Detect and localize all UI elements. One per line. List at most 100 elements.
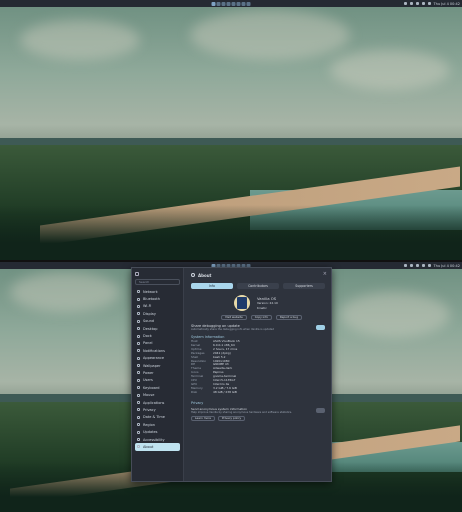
volume-icon[interactable] xyxy=(409,264,413,267)
sidebar-item-mouse[interactable]: Mouse xyxy=(135,391,180,398)
settings-sidebar: Search Network Bluetooth Wi-Fi Display Sound… xyxy=(132,268,184,481)
sidebar-item-desktop[interactable]: Desktop xyxy=(135,325,180,332)
sidebar-item-label: Privacy xyxy=(143,407,156,412)
clock-icon xyxy=(137,415,140,419)
sidebar-item-sound[interactable]: Sound xyxy=(135,318,180,325)
network-icon[interactable] xyxy=(403,264,407,267)
clock[interactable]: Thu Jul 4 00:42 xyxy=(434,2,460,6)
sidebar-item-label: Network xyxy=(143,289,158,294)
dock-icon xyxy=(137,334,140,338)
learn-more-button[interactable]: Learn more xyxy=(191,415,215,421)
sidebar-item-bluetooth[interactable]: Bluetooth xyxy=(135,295,180,302)
top-panel: Thu Jul 4 00:42 xyxy=(0,0,462,7)
sidebar-item-label: Mouse xyxy=(143,393,155,398)
tab-supporters[interactable]: Supporters xyxy=(283,283,325,289)
workspace-indicator[interactable] xyxy=(236,1,241,6)
sidebar-item-privacy[interactable]: Privacy xyxy=(135,406,180,413)
distro-logo xyxy=(234,295,250,311)
panel-icon xyxy=(137,341,140,345)
workspace-switcher[interactable] xyxy=(211,1,251,6)
globe-icon xyxy=(137,423,140,427)
sidebar-item-panel[interactable]: Panel xyxy=(135,340,180,347)
system-tray[interactable]: Thu Jul 4 00:42 xyxy=(403,2,460,6)
desktop-top: Thu Jul 4 00:42 xyxy=(0,0,462,260)
workspace-indicator[interactable] xyxy=(246,1,251,6)
workspace-indicator[interactable] xyxy=(211,1,216,6)
system-tray[interactable]: Thu Jul 4 00:42 xyxy=(403,264,460,268)
tab-info[interactable]: Info xyxy=(191,283,233,289)
sidebar-item-label: About xyxy=(143,444,154,449)
network-icon[interactable] xyxy=(403,2,407,5)
sidebar-item-label: Panel xyxy=(143,341,153,346)
sidebar-item-label: Bluetooth xyxy=(143,297,160,302)
sidebar-item-notifications[interactable]: Notifications xyxy=(135,347,180,354)
settings-main: About × Info Contributors Supporters Van… xyxy=(185,268,331,481)
about-actions: Visit website Copy info Report a bug xyxy=(221,315,303,320)
wallpaper-cloud xyxy=(10,272,120,312)
update-icon xyxy=(137,430,140,434)
workspace-indicator[interactable] xyxy=(231,1,236,6)
notification-icon[interactable] xyxy=(427,264,431,267)
sidebar-item-date-time[interactable]: Date & Time xyxy=(135,414,180,421)
share-debug-toggle[interactable] xyxy=(316,325,325,330)
sidebar-item-label: Keyboard xyxy=(143,385,160,390)
privacy-actions: Learn more Privacy policy xyxy=(191,415,325,421)
privacy-row: Send anonymous system information Help i… xyxy=(191,407,325,414)
sidebar-item-users[interactable]: Users xyxy=(135,377,180,384)
battery-icon[interactable] xyxy=(415,2,419,5)
copy-info-button[interactable]: Copy info xyxy=(250,315,272,320)
workspace-indicator[interactable] xyxy=(216,1,221,6)
sidebar-item-region[interactable]: Region xyxy=(135,421,180,428)
info-icon xyxy=(191,273,195,277)
tab-contributors[interactable]: Contributors xyxy=(237,283,279,289)
workspace-indicator[interactable] xyxy=(241,1,246,6)
close-icon[interactable]: × xyxy=(323,271,327,277)
sidebar-item-updates[interactable]: Updates xyxy=(135,428,180,435)
visit-website-button[interactable]: Visit website xyxy=(221,315,247,320)
sidebar-item-wi-fi[interactable]: Wi-Fi xyxy=(135,303,180,310)
workspace-indicator[interactable] xyxy=(226,1,231,6)
sidebar-item-wallpaper[interactable]: Wallpaper xyxy=(135,362,180,369)
apps-icon xyxy=(137,401,140,405)
wallpaper-palms xyxy=(0,205,462,260)
sidebar-header xyxy=(135,271,180,277)
system-info-list: Host ASUS VivoBook 15 Kernel 6.0.0-1 x86_64… xyxy=(191,339,325,395)
sidebar-item-power[interactable]: Power xyxy=(135,369,180,376)
power-icon xyxy=(137,371,140,375)
settings-app-icon xyxy=(135,272,139,276)
notification-icon[interactable] xyxy=(427,2,431,5)
sidebar-item-display[interactable]: Display xyxy=(135,310,180,317)
privacy-subtitle: Help improve Vanilla by sharing anonymou… xyxy=(191,410,293,414)
sidebar-item-about[interactable]: About xyxy=(135,443,180,451)
search-input[interactable]: Search xyxy=(135,279,180,285)
sidebar-item-dock[interactable]: Dock xyxy=(135,332,180,339)
sidebar-item-label: Power xyxy=(143,370,154,375)
desktop-icon xyxy=(137,327,140,331)
sidebar-item-appearance[interactable]: Appearance xyxy=(135,355,180,362)
desktop-bottom: Thu Jul 4 00:42 Search Network Bluetooth W… xyxy=(0,262,462,512)
sidebar-item-label: Sound xyxy=(143,319,155,324)
report-bug-button[interactable]: Report a bug xyxy=(275,315,303,320)
sidebar-item-applications[interactable]: Applications xyxy=(135,399,180,406)
volume-icon[interactable] xyxy=(409,2,413,5)
bluetooth-icon xyxy=(137,297,140,301)
battery-icon[interactable] xyxy=(415,264,419,267)
workspace-indicator[interactable] xyxy=(221,1,226,6)
distro-hero: Vanilla OS Version: 22.10 Kinetic Visit … xyxy=(191,292,325,322)
sidebar-item-network[interactable]: Network xyxy=(135,288,180,295)
clock[interactable]: Thu Jul 4 00:42 xyxy=(434,264,460,268)
sidebar-item-accessibility[interactable]: Accessibility xyxy=(135,436,180,443)
privacy-toggle[interactable] xyxy=(316,407,325,413)
system-info-value: 48 GiB / 238 GiB xyxy=(213,389,237,394)
image-icon xyxy=(137,364,140,368)
bluetooth-icon[interactable] xyxy=(421,2,425,5)
bluetooth-icon[interactable] xyxy=(421,264,425,267)
sidebar-item-keyboard[interactable]: Keyboard xyxy=(135,384,180,391)
sidebar-item-label: Region xyxy=(143,422,155,427)
sidebar-item-label: Wallpaper xyxy=(143,363,161,368)
system-info-heading: System Information xyxy=(191,335,225,339)
palette-icon xyxy=(137,356,140,360)
sidebar-item-label: Wi-Fi xyxy=(143,304,152,309)
privacy-policy-button[interactable]: Privacy policy xyxy=(217,415,246,421)
sound-icon xyxy=(137,319,140,323)
